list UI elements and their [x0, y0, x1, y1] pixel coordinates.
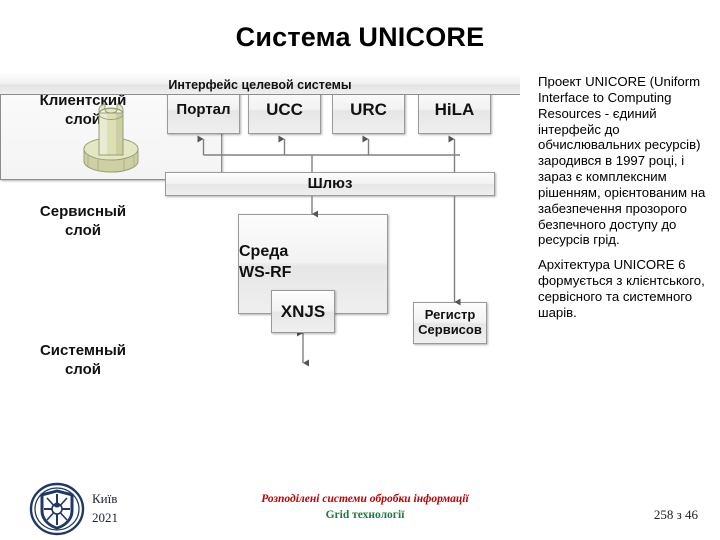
diagram-box-hila-label: HiLA — [434, 100, 475, 120]
diagram-box-registry-line1: Регистр — [424, 307, 476, 323]
diagram-box-wsrf-line2: WS-RF — [239, 264, 292, 282]
diagram-box-wsrf-line1: Среда — [239, 243, 289, 260]
layer-label-service-line2: слой — [64, 221, 102, 239]
diagram-box-gateway-label: Шлюз — [307, 175, 353, 193]
layer-label-system-line2: слой — [64, 360, 102, 378]
footer-center-text: Розподілені системи обробки інформації G… — [200, 492, 530, 523]
diagram-box-gateway[interactable]: Шлюз — [165, 172, 495, 196]
unicore-architecture-diagram: Клиентский слой Сервисный слой Системный… — [0, 75, 520, 470]
footer-city: Київ — [92, 491, 118, 506]
footer-page-number: 258 з 46 — [653, 507, 698, 522]
diagram-box-xnjs-label: XNJS — [280, 301, 326, 321]
slide-footer: Київ 2021 Розподілені системи обробки ін… — [0, 478, 720, 540]
diagram-box-service-registry[interactable]: Регистр Сервисов — [413, 302, 487, 344]
diagram-panel-target-system-header: Интерфейс целевой системы — [0, 75, 520, 95]
layer-label-system-line1: Системный — [39, 342, 127, 359]
diagram-box-registry-line2: Сервисов — [418, 322, 482, 337]
body-paragraph-1: Проект UNICORE (Uniform Interface to Com… — [538, 74, 706, 248]
diagram-box-portal-label: Портал — [176, 101, 231, 119]
footer-course-title: Розподілені системи обробки інформації — [261, 493, 469, 505]
diagram-box-xnjs[interactable]: XNJS — [271, 290, 335, 333]
body-paragraph-2: Архітектура UNICORE 6 формується з клієн… — [538, 257, 705, 320]
target-system-tower-icon — [83, 103, 139, 173]
footer-city-year: Київ 2021 — [92, 490, 118, 528]
footer-topic-title: Grid технології — [325, 508, 405, 521]
page-title: Система UNICORE — [235, 22, 485, 52]
university-emblem-icon — [29, 482, 85, 536]
layer-label-service-line1: Сервисный — [39, 203, 127, 220]
diagram-box-ucc-label: UCC — [266, 100, 303, 120]
layer-label-service: Сервисный слой — [8, 203, 158, 241]
footer-year: 2021 — [92, 509, 118, 525]
slide-body-text: Проект UNICORE (Uniform Interface to Com… — [538, 74, 716, 330]
diagram-box-urc-label: URC — [350, 100, 387, 120]
layer-label-system: Системный слой — [8, 342, 158, 380]
